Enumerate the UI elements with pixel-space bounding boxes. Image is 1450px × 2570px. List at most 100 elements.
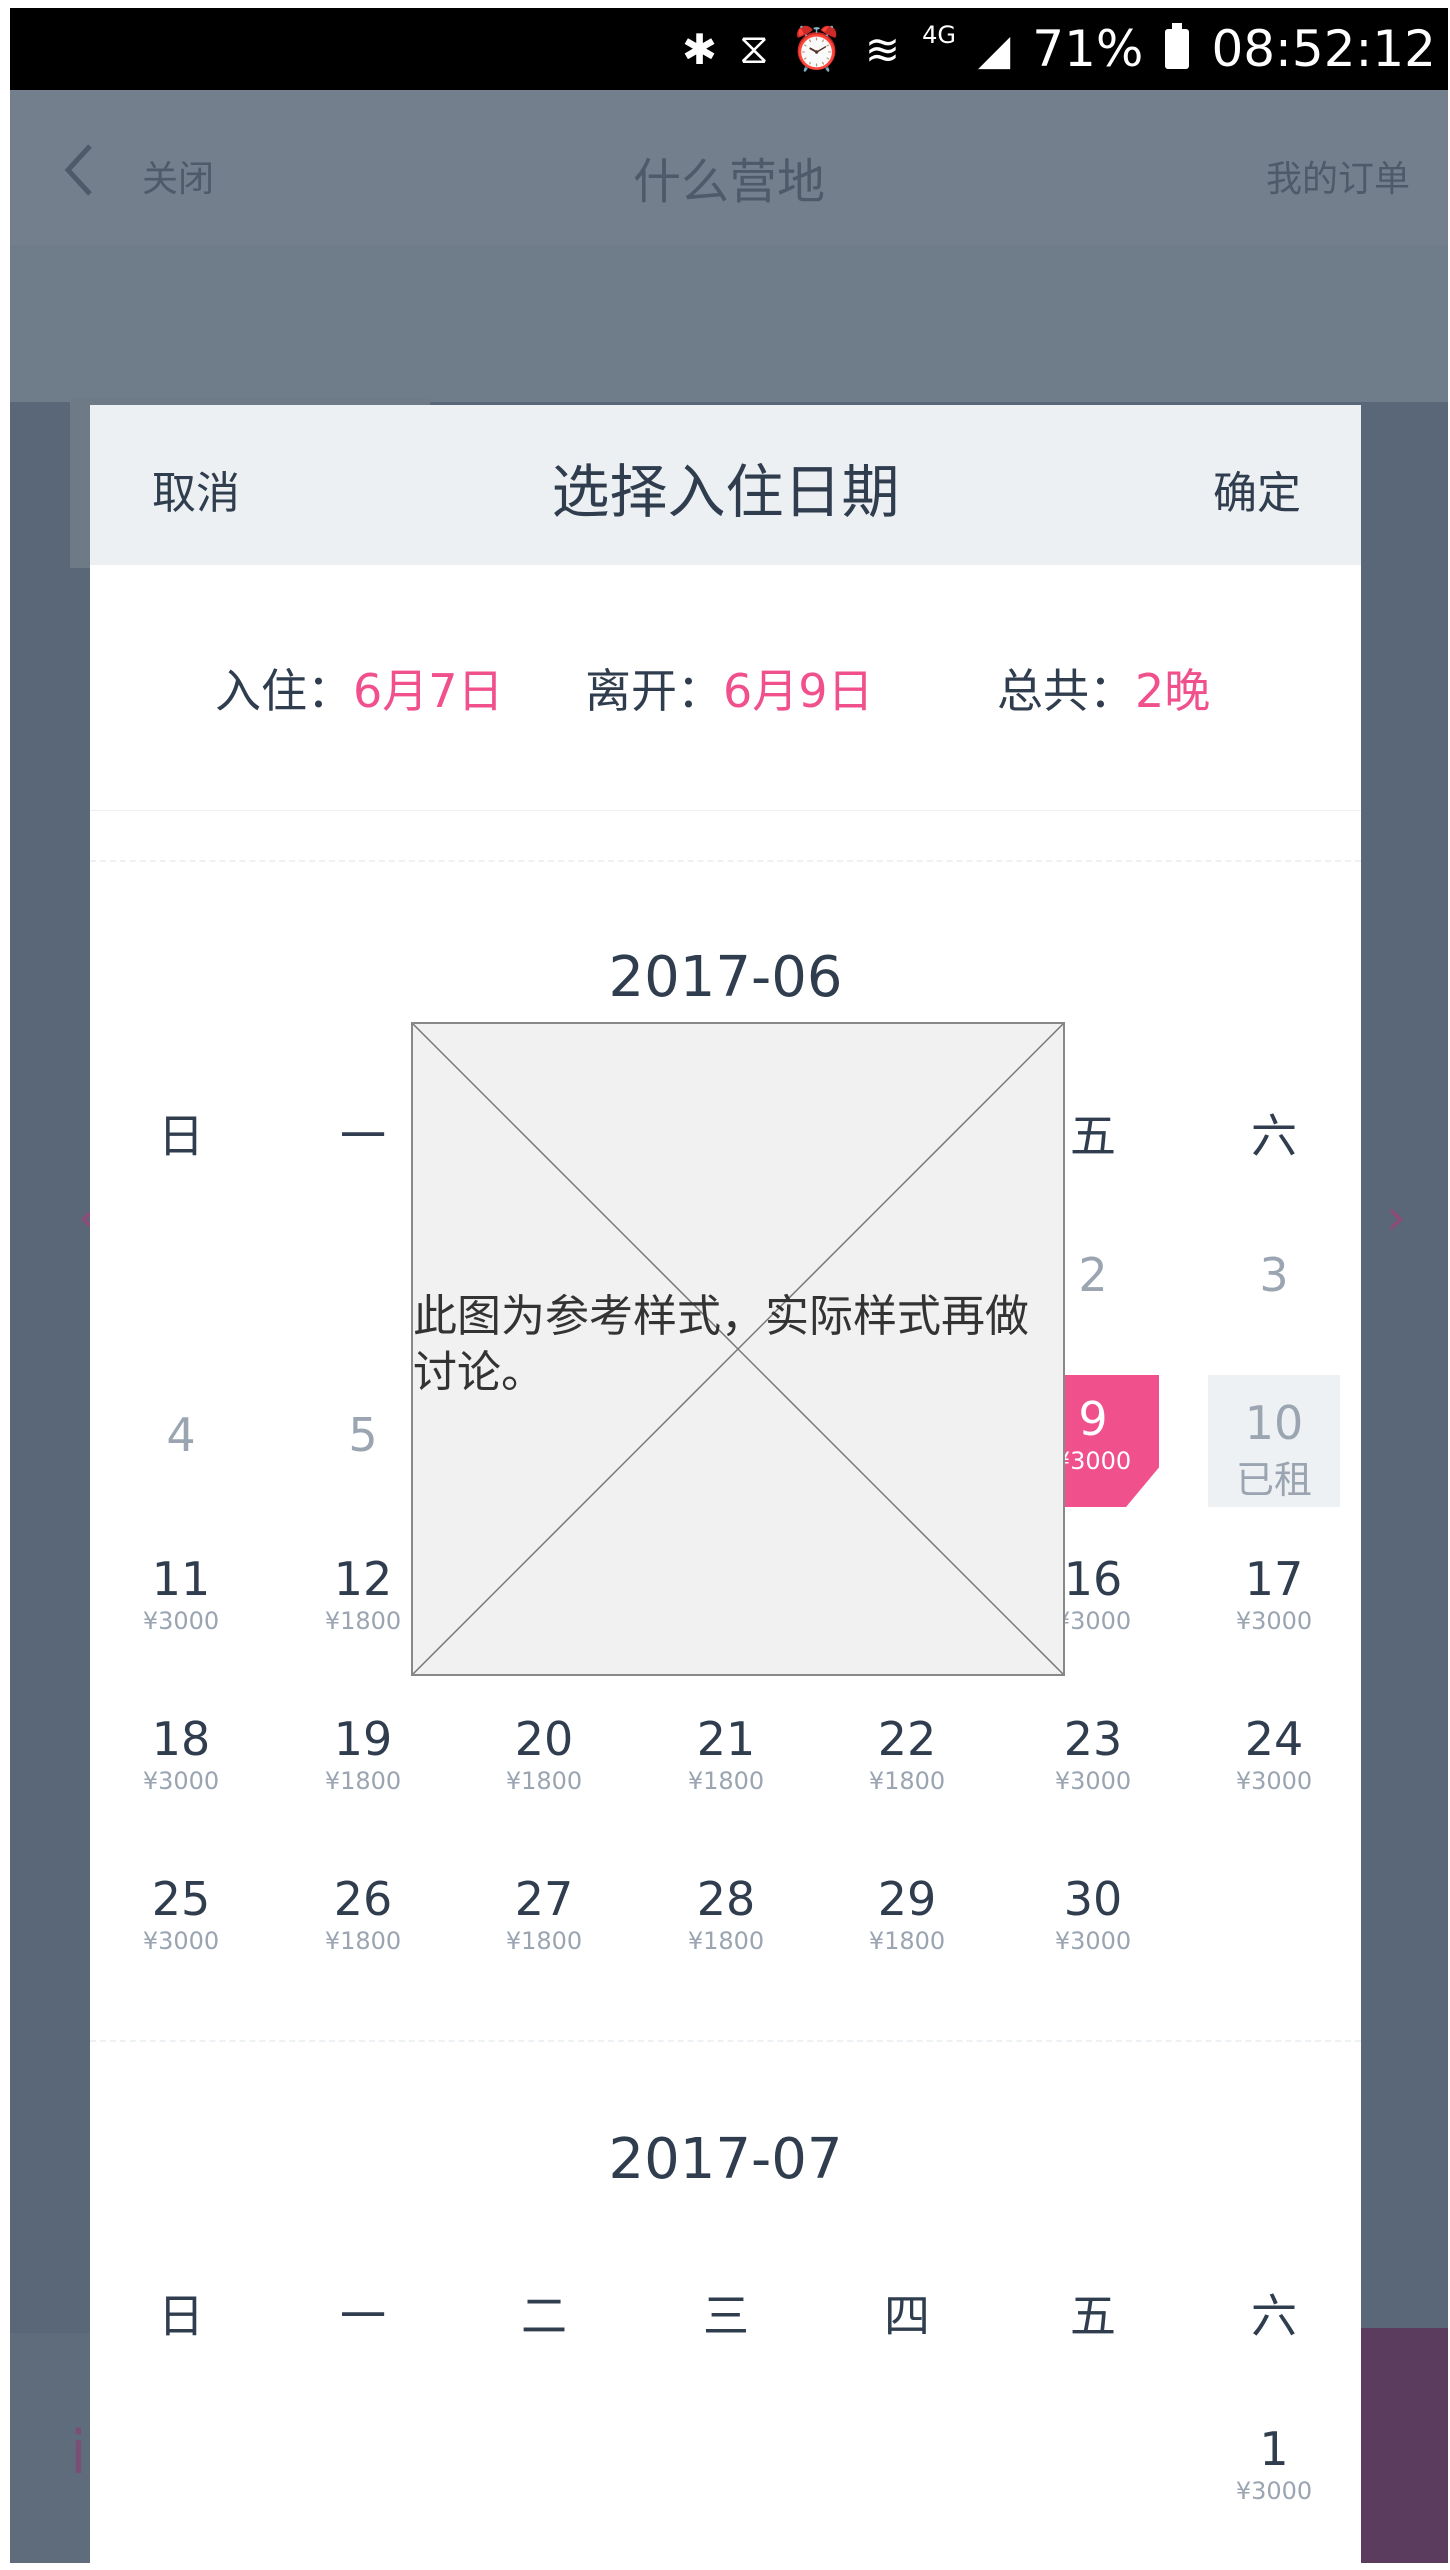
day-cell-18[interactable]: 18 ¥3000 [115, 1695, 247, 1827]
dialog-header: 取消 选择入住日期 确定 [90, 405, 1361, 565]
day-number: 23 [1063, 1712, 1123, 1766]
day-number: 22 [877, 1712, 937, 1766]
checkout-summary: 离开：6月9日 [585, 655, 874, 721]
day-price: ¥3000 [1054, 1927, 1132, 1955]
day-price: ¥1800 [687, 1767, 765, 1795]
app-nav-bar: 关闭 什么营地 我的订单 [10, 90, 1448, 245]
day-cell-30[interactable]: 30 ¥3000 [1027, 1855, 1159, 1987]
day-price: ¥3000 [1235, 2477, 1313, 2505]
day-number: 26 [333, 1872, 393, 1926]
weekday-thu: 四 [884, 2289, 930, 2343]
checkin-summary: 入住：6月7日 [215, 655, 504, 721]
rented-label: 已租 [1235, 1458, 1312, 1502]
day-cell-26[interactable]: 26 ¥1800 [297, 1855, 429, 1987]
battery-percent: 71% [1032, 20, 1144, 78]
weekday-sat: 六 [1251, 2289, 1297, 2343]
day-price: ¥1800 [868, 1927, 946, 1955]
day-cell-19[interactable]: 19 ¥1800 [297, 1695, 429, 1827]
day-cell-23[interactable]: 23 ¥3000 [1027, 1695, 1159, 1827]
weekday-wed: 三 [703, 2289, 749, 2343]
day-number: 24 [1244, 1712, 1304, 1766]
day-price: ¥3000 [142, 1767, 220, 1795]
day-number: 12 [333, 1552, 393, 1606]
status-bar: ✱ ⧖ ⏰ ≋ 4G ◢ 71% 08:52:12 [10, 8, 1448, 90]
background-text: i [70, 2418, 87, 2488]
day-price: ¥1800 [505, 1767, 583, 1795]
confirm-button[interactable]: 确定 [1213, 457, 1301, 521]
day-number: 25 [151, 1872, 211, 1926]
day-number: 30 [1063, 1872, 1123, 1926]
bluetooth-icon: ✱ [681, 24, 718, 74]
day-number: 21 [696, 1712, 756, 1766]
weekday-fri: 五 [1070, 2289, 1116, 2343]
day-price: ¥1800 [324, 1607, 402, 1635]
day-cell-12[interactable]: 12 ¥1800 [297, 1535, 429, 1667]
day-price: ¥3000 [1235, 1767, 1313, 1795]
weekday-sun: 日 [158, 2289, 204, 2343]
weekday-tue: 二 [521, 2289, 567, 2343]
divider [90, 2040, 1361, 2042]
day-number: 1 [1259, 2422, 1289, 2476]
day-cell-11[interactable]: 11 ¥3000 [115, 1535, 247, 1667]
checkin-label: 入住： [215, 664, 353, 718]
image-placeholder: 此图为参考样式，实际样式再做讨论。 [411, 1022, 1065, 1676]
alarm-icon: ⏰ [790, 24, 843, 73]
day-price: ¥3000 [1235, 1607, 1313, 1635]
app-screen: ✱ ⧖ ⏰ ≋ 4G ◢ 71% 08:52:12 关闭 什么营地 我的订单 ‹… [10, 8, 1448, 2563]
background-action-button [1358, 2328, 1448, 2563]
divider [90, 860, 1361, 862]
day-cell-22[interactable]: 22 ¥1800 [841, 1695, 973, 1827]
day-cell-28[interactable]: 28 ¥1800 [660, 1855, 792, 1987]
weekday-sat: 六 [1251, 1109, 1297, 1163]
weekday-mon: 一 [340, 2289, 386, 2343]
checkout-value: 6月9日 [723, 664, 874, 718]
checkin-value: 6月7日 [353, 664, 504, 718]
total-value: 2晚 [1135, 664, 1211, 718]
sub-header [10, 245, 1448, 402]
day-number: 11 [151, 1552, 211, 1606]
day-price: ¥1800 [687, 1927, 765, 1955]
day-number: 5 [348, 1408, 378, 1462]
month-title: 2017-06 [608, 945, 843, 1010]
day-number: 3 [1259, 1248, 1289, 1302]
weekday-sun: 日 [158, 1109, 204, 1163]
network-type: 4G [922, 21, 956, 49]
day-number: 10 [1244, 1396, 1304, 1450]
day-number: 17 [1244, 1552, 1304, 1606]
day-number: 27 [514, 1872, 574, 1926]
page-title: 什么营地 [632, 154, 825, 210]
vibrate-icon: ⧖ [739, 24, 769, 73]
stay-summary: 入住：6月7日 离开：6月9日 总共：2晚 [90, 565, 1361, 811]
day-number: 4 [166, 1408, 196, 1462]
my-orders-link[interactable]: 我的订单 [1266, 150, 1410, 202]
placeholder-text: 此图为参考样式，实际样式再做讨论。 [413, 1291, 1029, 1398]
day-number: 20 [514, 1712, 574, 1766]
day-cell-1[interactable]: 1 ¥3000 [1208, 2405, 1340, 2537]
day-cell-29[interactable]: 29 ¥1800 [841, 1855, 973, 1987]
day-price: ¥3000 [142, 1927, 220, 1955]
day-price: ¥3000 [1054, 1767, 1132, 1795]
day-price: ¥1800 [324, 1767, 402, 1795]
day-number: 29 [877, 1872, 937, 1926]
day-cell-5: 5 [297, 1375, 429, 1507]
day-cell-20[interactable]: 20 ¥1800 [478, 1695, 610, 1827]
day-cell-24[interactable]: 24 ¥3000 [1208, 1695, 1340, 1827]
day-cell-25[interactable]: 25 ¥3000 [115, 1855, 247, 1987]
clock: 08:52:12 [1211, 20, 1436, 78]
day-cell-17[interactable]: 17 ¥3000 [1208, 1535, 1340, 1667]
day-cell-27[interactable]: 27 ¥1800 [478, 1855, 610, 1987]
dialog-title: 选择入住日期 [551, 458, 900, 526]
day-cell-4: 4 [115, 1375, 247, 1507]
wifi-icon: ≋ [864, 24, 901, 74]
day-cell-21[interactable]: 21 ¥1800 [660, 1695, 792, 1827]
day-number: 19 [333, 1712, 393, 1766]
day-number: 28 [696, 1872, 756, 1926]
weekday-mon: 一 [340, 1109, 386, 1163]
day-cell-3: 3 [1208, 1215, 1340, 1347]
total-summary: 总共：2晚 [997, 655, 1210, 721]
day-price: ¥1800 [868, 1767, 946, 1795]
day-price: ¥1800 [324, 1927, 402, 1955]
total-label: 总共： [997, 664, 1135, 718]
signal-icon: ◢ [977, 24, 1011, 74]
day-cell-10-rented: 10 已租 [1208, 1375, 1340, 1507]
